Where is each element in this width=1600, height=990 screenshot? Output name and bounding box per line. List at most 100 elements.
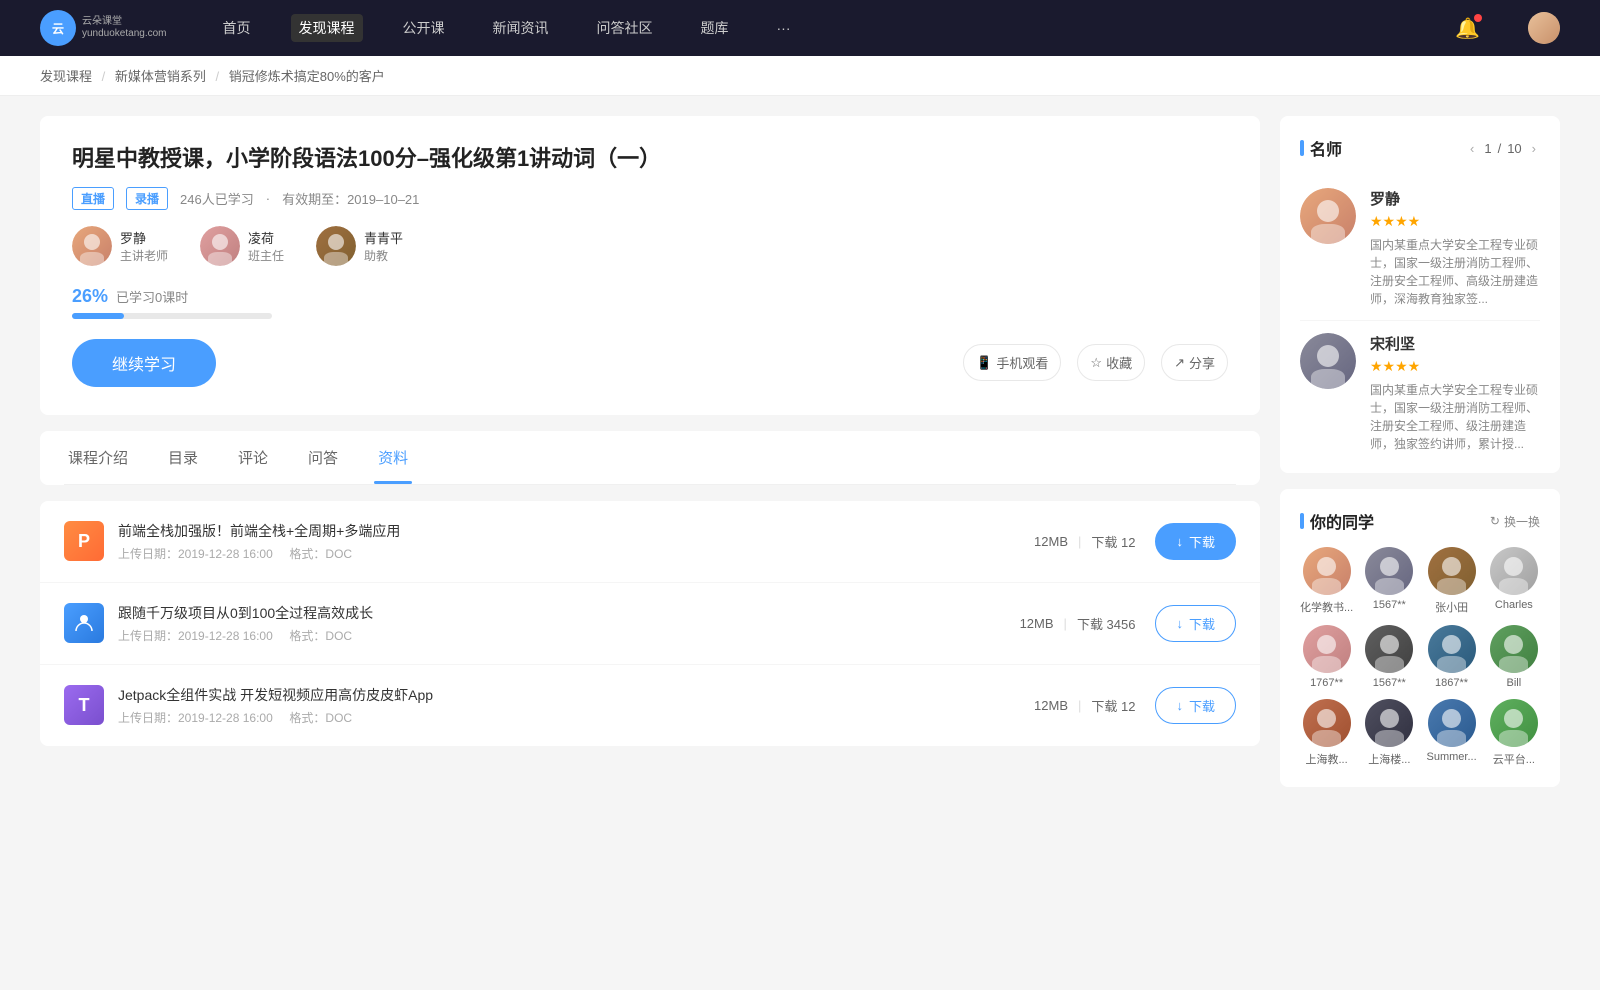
pagination-prev[interactable]: ‹ [1466, 139, 1478, 158]
progress-bar-background [72, 313, 272, 319]
collect-button[interactable]: ☆ 收藏 [1077, 344, 1145, 381]
teacher-card-name-1: 罗静 [1370, 188, 1540, 209]
classmate-avatar-4[interactable] [1490, 547, 1538, 595]
teacher-card-avatar-1 [1300, 188, 1356, 244]
breadcrumb: 发现课程 / 新媒体营销系列 / 销冠修炼术搞定80%的客户 [0, 56, 1600, 96]
nav-quiz[interactable]: 题库 [693, 14, 737, 42]
navbar: 云 云朵课堂 yunduoketang.com 首页 发现课程 公开课 新闻资讯… [0, 0, 1600, 56]
resource-meta-1: 上传日期：2019-12-28 16:00 格式：DOC [118, 545, 1034, 562]
progress-bar-fill [72, 313, 124, 319]
resource-item-2: 跟随千万级项目从0到100全过程高效成长 上传日期：2019-12-28 16:… [40, 583, 1260, 665]
classmate-name-2: 1567** [1373, 599, 1406, 611]
resource-stats-1: 12MB | 下载 12 [1034, 532, 1135, 551]
classmates-header: 你的同学 ↻ 换一换 [1300, 509, 1540, 533]
teacher-avatar-1 [72, 226, 112, 266]
pagination-next[interactable]: › [1528, 139, 1540, 158]
teacher-role-3: 助教 [364, 247, 403, 264]
resource-info-1: 前端全栈加强版！前端全栈+全周期+多端应用 上传日期：2019-12-28 16… [118, 521, 1034, 562]
nav-news[interactable]: 新闻资讯 [485, 14, 557, 42]
nav-qa[interactable]: 问答社区 [589, 14, 661, 42]
classmate-name-9: 上海教... [1306, 751, 1348, 767]
course-students: 246人已学习 [180, 189, 254, 208]
share-button[interactable]: ↗ 分享 [1161, 344, 1228, 381]
classmate-name-7: 1867** [1435, 677, 1468, 689]
classmate-avatar-7[interactable] [1428, 625, 1476, 673]
teachers-sidebar-card: 名师 ‹ 1 / 10 › 罗静 ★★★★ [1280, 116, 1560, 473]
nav-home[interactable]: 首页 [215, 14, 259, 42]
refresh-icon: ↻ [1490, 514, 1500, 528]
download-icon-2: ↓ [1176, 616, 1183, 631]
nav-open[interactable]: 公开课 [395, 14, 453, 42]
download-button-1[interactable]: ↓ 下载 [1155, 523, 1236, 560]
teacher-name-1: 罗静 [120, 228, 168, 247]
teacher-card-desc-1: 国内某重点大学安全工程专业硕士，国家一级注册消防工程师、注册安全工程师、高级注册… [1370, 236, 1540, 308]
teacher-item-2: 凌荷 班主任 [200, 226, 284, 266]
pagination-current: 1 [1484, 141, 1491, 156]
tab-intro[interactable]: 课程介绍 [64, 431, 132, 484]
classmate-name-12: 云平台... [1493, 751, 1535, 767]
badge-record: 录播 [126, 187, 168, 210]
classmate-name-5: 1767** [1310, 677, 1343, 689]
classmate-avatar-12[interactable] [1490, 699, 1538, 747]
classmate-item-1: 化学教书... [1300, 547, 1353, 615]
tab-qa[interactable]: 问答 [304, 431, 342, 484]
tab-comments[interactable]: 评论 [234, 431, 272, 484]
teacher-card-2: 宋利坚 ★★★★ 国内某重点大学安全工程专业硕士，国家一级注册消防工程师、注册安… [1300, 321, 1540, 453]
logo[interactable]: 云 云朵课堂 yunduoketang.com [40, 10, 167, 46]
main-layout: 明星中教授课，小学阶段语法100分–强化级第1讲动词（一） 直播 录播 246人… [0, 96, 1600, 823]
classmate-avatar-5[interactable] [1303, 625, 1351, 673]
star-icon: ☆ [1090, 355, 1102, 371]
notification-bell[interactable]: 🔔 [1455, 16, 1480, 41]
teacher-card-name-2: 宋利坚 [1370, 333, 1540, 354]
download-icon-3: ↓ [1176, 698, 1183, 713]
classmate-avatar-8[interactable] [1490, 625, 1538, 673]
progress-section: 26% 已学习0课时 [72, 286, 1228, 319]
classmate-avatar-1[interactable] [1303, 547, 1351, 595]
teacher-item-3: 青青平 助教 [316, 226, 403, 266]
badge-live: 直播 [72, 187, 114, 210]
user-avatar[interactable] [1528, 12, 1560, 44]
refresh-button[interactable]: ↻ 换一换 [1490, 513, 1540, 530]
download-button-2[interactable]: ↓ 下载 [1155, 605, 1236, 642]
teacher-name-3: 青青平 [364, 228, 403, 247]
logo-icon: 云 [40, 10, 76, 46]
breadcrumb-link-1[interactable]: 发现课程 [40, 69, 92, 84]
classmates-sidebar-card: 你的同学 ↻ 换一换 化学教书... 1567** [1280, 489, 1560, 787]
classmate-avatar-2[interactable] [1365, 547, 1413, 595]
course-valid-until: 有效期至：2019–10–21 [282, 189, 419, 208]
classmates-title: 你的同学 [1300, 509, 1374, 533]
resource-icon-1: P [64, 521, 104, 561]
teacher-stars-2: ★★★★ [1370, 358, 1540, 375]
classmate-item-8: Bill [1488, 625, 1540, 689]
classmate-avatar-11[interactable] [1428, 699, 1476, 747]
course-meta-sep: · [266, 191, 270, 206]
course-meta: 直播 录播 246人已学习 · 有效期至：2019–10–21 [72, 187, 1228, 210]
teachers-sidebar-title: 名师 [1300, 136, 1342, 160]
resource-icon-3: T [64, 685, 104, 725]
teacher-role-1: 主讲老师 [120, 247, 168, 264]
avatar-image [1528, 12, 1560, 44]
tab-catalog[interactable]: 目录 [164, 431, 202, 484]
teacher-name-2: 凌荷 [248, 228, 284, 247]
resource-title-1: 前端全栈加强版！前端全栈+全周期+多端应用 [118, 521, 1034, 541]
breadcrumb-link-2[interactable]: 新媒体营销系列 [115, 69, 206, 84]
nav-more[interactable]: ··· [769, 16, 799, 40]
classmate-avatar-9[interactable] [1303, 699, 1351, 747]
classmate-avatar-10[interactable] [1365, 699, 1413, 747]
teacher-avatar-3 [316, 226, 356, 266]
classmate-avatar-6[interactable] [1365, 625, 1413, 673]
mobile-view-button[interactable]: 📱 手机观看 [963, 344, 1061, 381]
resource-item-3: T Jetpack全组件实战 开发短视频应用高仿皮皮虾App 上传日期：2019… [40, 665, 1260, 746]
resource-info-3: Jetpack全组件实战 开发短视频应用高仿皮皮虾App 上传日期：2019-1… [118, 685, 1034, 726]
breadcrumb-current: 销冠修炼术搞定80%的客户 [229, 69, 385, 84]
nav-discover[interactable]: 发现课程 [291, 14, 363, 42]
download-button-3[interactable]: ↓ 下载 [1155, 687, 1236, 724]
tab-resources[interactable]: 资料 [374, 431, 412, 484]
pagination-total: 10 [1507, 141, 1521, 156]
classmate-avatar-3[interactable] [1428, 547, 1476, 595]
teacher-role-2: 班主任 [248, 247, 284, 264]
teacher-card-avatar-2 [1300, 333, 1356, 389]
classmate-item-7: 1867** [1425, 625, 1477, 689]
continue-learning-button[interactable]: 继续学习 [72, 339, 216, 387]
resource-icon-2 [64, 603, 104, 643]
